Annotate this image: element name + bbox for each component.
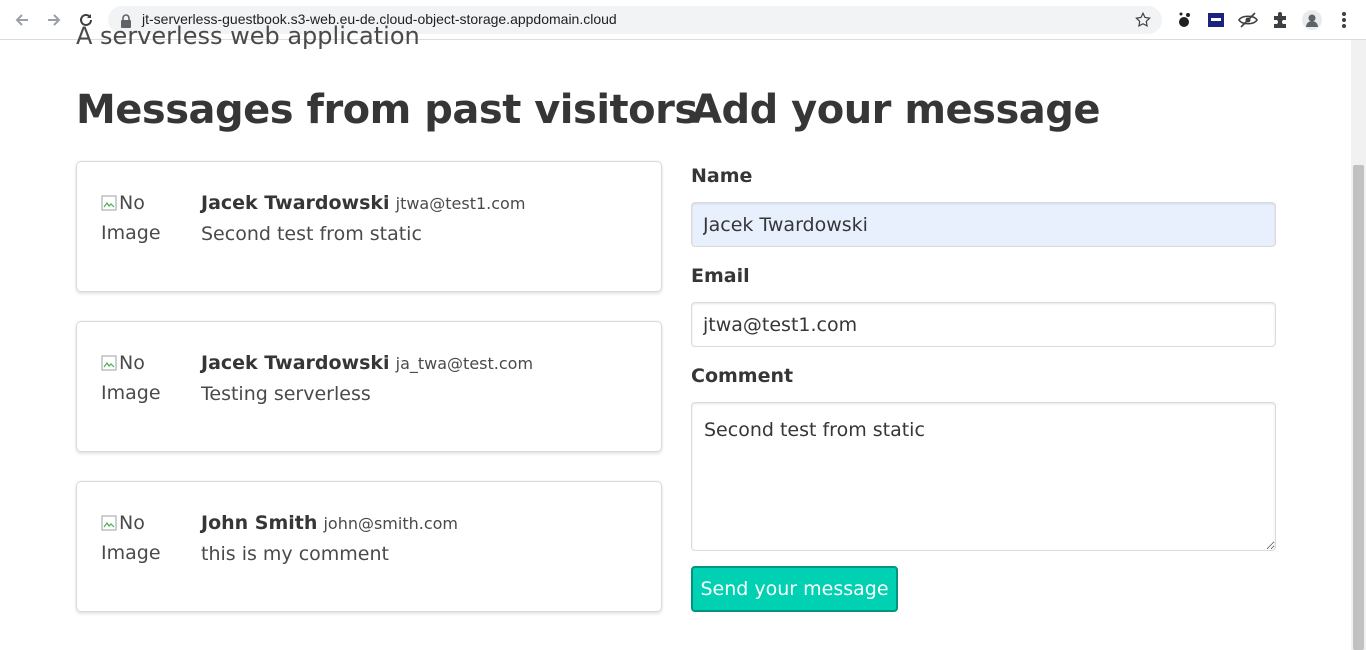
message-email: jtwa@test1.com <box>395 194 526 213</box>
extension-eye-icon[interactable] <box>1238 10 1258 30</box>
message-comment: Second test from static <box>201 223 422 245</box>
message-content: Jacek Twardowski ja_twa@test.com Testing… <box>201 348 533 409</box>
back-arrow-icon[interactable] <box>10 8 34 32</box>
message-author: John Smith <box>201 512 318 534</box>
broken-image-icon <box>101 190 117 211</box>
name-input[interactable] <box>691 202 1276 247</box>
message-card: No Image John Smith john@smith.com this i… <box>76 481 662 612</box>
messages-heading: Messages from past visitors <box>76 87 698 133</box>
name-label: Name <box>691 165 753 187</box>
extension-page-icon[interactable] <box>1206 10 1226 30</box>
message-content: John Smith john@smith.com this is my com… <box>201 508 458 569</box>
message-card: No Image Jacek Twardowski jtwa@test1.com … <box>76 161 662 292</box>
extensions-puzzle-icon[interactable] <box>1270 10 1290 30</box>
message-email: john@smith.com <box>323 514 459 533</box>
broken-image-placeholder: No Image <box>101 350 161 404</box>
message-author: Jacek Twardowski <box>201 192 390 214</box>
extension-gnome-icon[interactable] <box>1174 10 1194 30</box>
scrollbar-thumb[interactable] <box>1353 165 1364 650</box>
comment-textarea[interactable]: Second test from static <box>691 402 1276 551</box>
message-author: Jacek Twardowski <box>201 352 390 374</box>
comment-label: Comment <box>691 365 794 387</box>
profile-avatar-icon[interactable] <box>1302 10 1322 30</box>
broken-image-placeholder: No Image <box>101 190 161 244</box>
message-email: ja_twa@test.com <box>395 354 534 373</box>
message-card: No Image Jacek Twardowski ja_twa@test.com… <box>76 321 662 452</box>
page-subtitle: A serverless web application <box>76 22 420 50</box>
email-input[interactable] <box>691 302 1276 347</box>
message-content: Jacek Twardowski jtwa@test1.com Second t… <box>201 188 525 249</box>
message-comment: Testing serverless <box>201 383 371 405</box>
broken-image-icon <box>101 350 117 371</box>
bookmark-star-icon[interactable] <box>1134 11 1152 33</box>
browser-menu-icon[interactable] <box>1334 10 1354 30</box>
email-label: Email <box>691 265 750 287</box>
send-message-button[interactable]: Send your message <box>691 566 898 612</box>
broken-image-icon <box>101 510 117 531</box>
forward-arrow-icon[interactable] <box>42 8 66 32</box>
message-comment: this is my comment <box>201 543 389 565</box>
form-heading: Add your message <box>691 87 1101 133</box>
broken-image-placeholder: No Image <box>101 510 161 564</box>
